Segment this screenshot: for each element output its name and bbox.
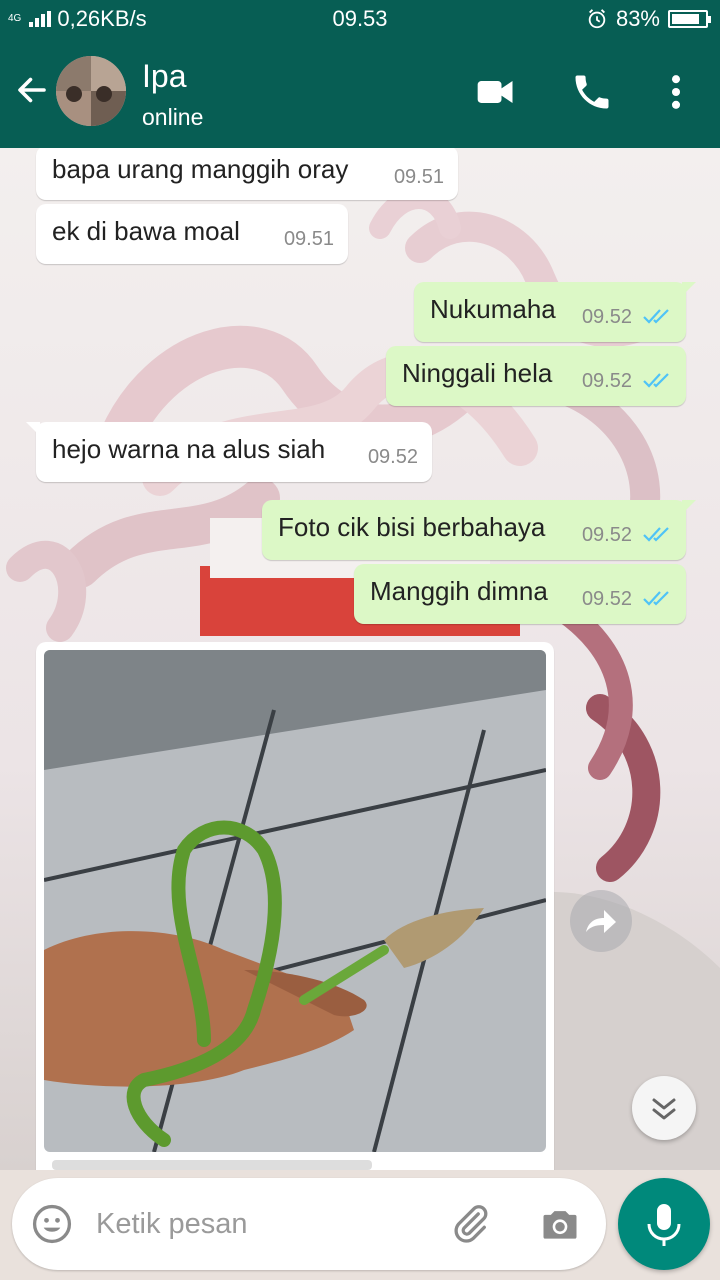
message-outgoing[interactable]: Ninggali hela 09.52 <box>386 346 686 406</box>
message-outgoing[interactable]: Manggih dimna 09.52 <box>354 564 686 624</box>
alarm-icon <box>588 9 606 29</box>
chat-area[interactable]: bapa urang manggih oray 09.51 ek di bawa… <box>0 148 720 1170</box>
message-time: 09.52 <box>367 446 418 468</box>
message-input[interactable]: Ketik pesan <box>96 1208 248 1241</box>
read-ticks-icon <box>643 373 669 388</box>
message-text: Ninggali hela <box>402 358 553 388</box>
camera-icon[interactable] <box>538 1202 582 1246</box>
battery-percent: 83% <box>615 6 660 31</box>
battery-icon <box>668 10 711 28</box>
bubble-tail <box>26 422 40 436</box>
message-text: Nukumaha <box>430 294 556 324</box>
message-time: 09.52 <box>581 588 632 610</box>
image-caption-cropped <box>52 1160 372 1170</box>
message-outgoing[interactable]: Nukumaha 09.52 <box>414 282 696 342</box>
message-incoming[interactable]: ek di bawa moal 09.51 <box>36 204 348 264</box>
bubble-tail <box>682 500 696 514</box>
image-message[interactable] <box>36 642 554 1170</box>
message-time: 09.52 <box>581 306 632 328</box>
message-text: bapa urang manggih oray <box>52 154 349 184</box>
message-time: 09.52 <box>581 524 632 546</box>
voice-call-icon[interactable] <box>570 70 614 114</box>
message-text: Manggih dimna <box>370 576 548 606</box>
contact-status: online <box>142 104 204 130</box>
back-arrow-icon[interactable] <box>14 72 50 108</box>
message-incoming[interactable]: hejo warna na alus siah 09.52 <box>26 422 432 482</box>
forward-icon <box>586 910 616 933</box>
message-text: ek di bawa moal <box>52 216 240 246</box>
scroll-down-icon <box>652 1098 676 1120</box>
voice-message-button[interactable] <box>618 1178 710 1270</box>
message-incoming[interactable]: bapa urang manggih oray 09.51 <box>36 148 458 200</box>
emoji-icon[interactable] <box>30 1202 74 1246</box>
message-composer[interactable]: Ketik pesan <box>12 1178 606 1270</box>
status-bar: 4G 0,26KB/s 09.53 83% <box>0 0 720 36</box>
read-ticks-icon <box>643 527 669 542</box>
contact-name[interactable]: Ipa <box>142 58 186 95</box>
forward-button[interactable] <box>570 890 632 952</box>
chat-header: Ipa online <box>0 36 720 148</box>
read-ticks-icon <box>643 309 669 324</box>
battery-fill <box>672 14 699 24</box>
message-time: 09.51 <box>393 166 444 188</box>
attach-icon[interactable] <box>448 1202 492 1246</box>
status-right: 83% <box>586 6 711 32</box>
video-call-icon[interactable] <box>474 70 518 114</box>
avatar[interactable] <box>56 56 126 126</box>
read-ticks-icon <box>643 591 669 606</box>
message-photo[interactable] <box>44 650 546 1152</box>
message-outgoing[interactable]: Foto cik bisi berbahaya 09.52 <box>262 500 696 560</box>
message-text: hejo warna na alus siah <box>52 434 326 464</box>
scroll-down-button[interactable] <box>632 1076 696 1140</box>
more-menu-icon[interactable] <box>654 70 698 114</box>
mic-icon <box>647 1204 681 1246</box>
bubble-tail <box>682 282 696 296</box>
message-time: 09.52 <box>581 370 632 392</box>
message-time: 09.51 <box>283 228 334 250</box>
message-text: Foto cik bisi berbahaya <box>278 512 546 542</box>
